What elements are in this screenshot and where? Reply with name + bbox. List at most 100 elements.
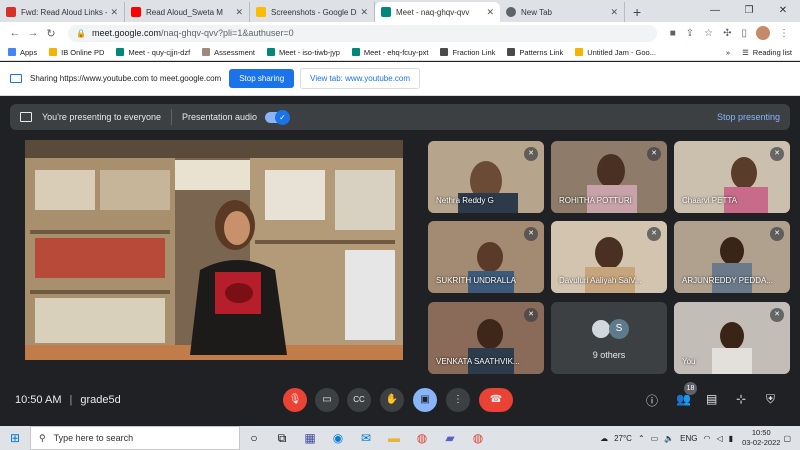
network-icon[interactable]: ▭ bbox=[651, 434, 659, 443]
mail-icon[interactable]: ✉ bbox=[352, 431, 380, 445]
camera-toggle-button[interactable]: ▭ bbox=[315, 388, 339, 412]
weather-icon[interactable]: ☁ bbox=[600, 434, 608, 443]
close-icon[interactable]: ✕ bbox=[486, 7, 494, 18]
language[interactable]: ENG bbox=[680, 434, 697, 443]
avatar bbox=[591, 319, 611, 339]
present-button[interactable]: ▣ bbox=[413, 388, 437, 412]
leave-call-button[interactable]: ☎ bbox=[479, 388, 513, 412]
whiteboard-icon[interactable]: ▦ bbox=[296, 431, 324, 445]
mic-toggle-button[interactable]: 🎙 bbox=[283, 388, 307, 412]
bookmark-item[interactable]: Assessment bbox=[202, 48, 255, 57]
check-icon: ✓ bbox=[275, 109, 291, 125]
participant-tile[interactable]: ✕ Chaarvi PETTA bbox=[674, 141, 790, 213]
system-tray: ☁ 27°C ⌃ ▭ 🔈 ENG ◠ ◁ ▮ 10:50 03-02-2022 ▢ bbox=[597, 428, 800, 448]
close-icon[interactable]: ✕ bbox=[610, 7, 618, 18]
maximize-button[interactable]: ❐ bbox=[732, 0, 766, 22]
browser-tab[interactable]: Screenshots - Google Dri ✕ bbox=[250, 2, 375, 22]
extensions-icon[interactable]: ✣ bbox=[723, 28, 731, 39]
volume-icon[interactable]: 🔈 bbox=[664, 434, 674, 443]
close-icon[interactable]: ✕ bbox=[235, 7, 243, 18]
forward-icon[interactable]: → bbox=[24, 27, 42, 39]
present-icon bbox=[20, 112, 32, 122]
bookmark-item[interactable]: Fraction Link bbox=[440, 48, 495, 57]
lock-icon[interactable]: 🔒 bbox=[76, 29, 86, 38]
task-view-icon[interactable]: ⧉ bbox=[268, 431, 296, 446]
chat-icon[interactable]: ▤ bbox=[706, 392, 717, 406]
bookmark-item[interactable]: Meet - ehq-fcuy-pxt bbox=[351, 48, 428, 57]
chrome-icon[interactable]: ◍ bbox=[464, 431, 492, 445]
bookmark-apps[interactable]: Apps bbox=[8, 48, 37, 57]
camera-icon[interactable]: ■ bbox=[670, 28, 676, 39]
participant-tile[interactable]: ✕ ARJUNREDDY PEDDA... bbox=[674, 221, 790, 293]
windows-start-icon[interactable]: ⊞ bbox=[0, 431, 30, 445]
presentation-audio-toggle[interactable]: ✓ bbox=[265, 109, 291, 125]
minimize-button[interactable]: — bbox=[698, 0, 732, 22]
explorer-icon[interactable]: ▬ bbox=[380, 431, 408, 445]
browser-tab[interactable]: Read Aloud_Sweta M ✕ bbox=[125, 2, 250, 22]
share-icon[interactable]: ⇪ bbox=[686, 28, 694, 39]
reload-icon[interactable]: ↻ bbox=[42, 27, 60, 40]
info-icon[interactable]: ⓘ bbox=[646, 392, 658, 409]
link-icon bbox=[440, 48, 449, 56]
mic-off-icon: ✕ bbox=[524, 308, 538, 322]
star-icon[interactable]: ☆ bbox=[704, 28, 713, 39]
bookmark-item[interactable]: Meet - iso-tiwb-jyp bbox=[267, 48, 340, 57]
stop-presenting-button[interactable]: Stop presenting bbox=[717, 112, 780, 122]
browser-tab[interactable]: New Tab ✕ bbox=[500, 2, 625, 22]
url-input[interactable]: 🔒 meet.google.com/naq-ghqv-qvv?pli=1&aut… bbox=[68, 24, 657, 42]
presented-video bbox=[25, 140, 403, 360]
meet-icon bbox=[116, 48, 125, 56]
view-tab-button[interactable]: View tab: www.youtube.com bbox=[300, 68, 421, 89]
close-icon[interactable]: ✕ bbox=[110, 7, 118, 18]
more-options-button[interactable]: ⋮ bbox=[446, 388, 470, 412]
window-close-button[interactable]: ✕ bbox=[766, 0, 800, 22]
browser-tab-active[interactable]: Meet - naq-ghqv-qvv ✕ bbox=[375, 2, 500, 22]
host-controls-icon[interactable]: ⛨ bbox=[766, 392, 775, 407]
browser-tab[interactable]: Fwd: Read Aloud Links - G ✕ bbox=[0, 2, 125, 22]
others-tile[interactable]: S 9 others bbox=[551, 302, 667, 374]
participant-tile[interactable]: ✕ Davuluri Aaliyah SaiV... bbox=[551, 221, 667, 293]
participant-name: ROHITHA POTTURI bbox=[559, 196, 632, 205]
participant-name: Chaarvi PETTA bbox=[682, 196, 737, 205]
sidebar-icon[interactable]: ▯ bbox=[741, 28, 747, 39]
presentation-audio-label: Presentation audio bbox=[181, 112, 258, 122]
teams-icon[interactable]: ▰ bbox=[436, 431, 464, 445]
bookmark-item[interactable]: Meet - quy-cjjn-dzf bbox=[116, 48, 190, 57]
reading-list[interactable]: Reading list bbox=[753, 48, 792, 57]
speaker-icon[interactable]: ◁ bbox=[717, 434, 723, 443]
participant-name: Nethra Reddy G bbox=[436, 196, 494, 205]
back-icon[interactable]: ← bbox=[6, 27, 24, 39]
activities-icon[interactable]: ⊹ bbox=[736, 392, 746, 406]
new-tab-button[interactable]: + bbox=[625, 2, 649, 22]
clock[interactable]: 10:50 03-02-2022 bbox=[742, 428, 780, 448]
temperature[interactable]: 27°C bbox=[614, 434, 632, 443]
self-tile[interactable]: ✕ You bbox=[674, 302, 790, 374]
chrome-icon[interactable]: ◍ bbox=[408, 431, 436, 445]
wifi-icon[interactable]: ◠ bbox=[704, 434, 711, 443]
battery-icon[interactable]: ▮ bbox=[729, 434, 733, 443]
participant-tile[interactable]: ✕ VENKATA SAATHVIK... bbox=[428, 302, 544, 374]
menu-icon[interactable]: ⋮ bbox=[779, 28, 789, 39]
bookmark-item[interactable]: Untitled Jam - Goo... bbox=[575, 48, 656, 57]
notifications-icon[interactable]: ▢ bbox=[783, 434, 791, 443]
raise-hand-button[interactable]: ✋ bbox=[380, 388, 404, 412]
gmail-icon bbox=[6, 7, 16, 17]
avatar[interactable] bbox=[756, 26, 770, 40]
participant-count-badge: 18 bbox=[684, 382, 697, 395]
captions-button[interactable]: CC bbox=[347, 388, 371, 412]
divider bbox=[170, 109, 172, 125]
chevron-up-icon[interactable]: ⌃ bbox=[638, 434, 645, 443]
taskbar-search[interactable]: ⚲ Type here to search bbox=[30, 426, 240, 450]
participant-tile[interactable]: ✕ ROHITHA POTTURI bbox=[551, 141, 667, 213]
participant-name: VENKATA SAATHVIK... bbox=[436, 357, 520, 366]
stop-sharing-button[interactable]: Stop sharing bbox=[229, 69, 295, 88]
meeting-time: 10:50 AM bbox=[15, 394, 62, 406]
bookmark-item[interactable]: Patterns Link bbox=[507, 48, 563, 57]
participant-tile[interactable]: ✕ SUKRITH UNDRALLA bbox=[428, 221, 544, 293]
chevron-right-icon[interactable]: » bbox=[726, 48, 730, 57]
close-icon[interactable]: ✕ bbox=[360, 7, 368, 18]
bookmark-item[interactable]: IB Online PD bbox=[49, 48, 104, 57]
edge-icon[interactable]: ◉ bbox=[324, 431, 352, 445]
cortana-icon[interactable]: ○ bbox=[240, 431, 268, 445]
participant-tile[interactable]: ✕ Nethra Reddy G bbox=[428, 141, 544, 213]
